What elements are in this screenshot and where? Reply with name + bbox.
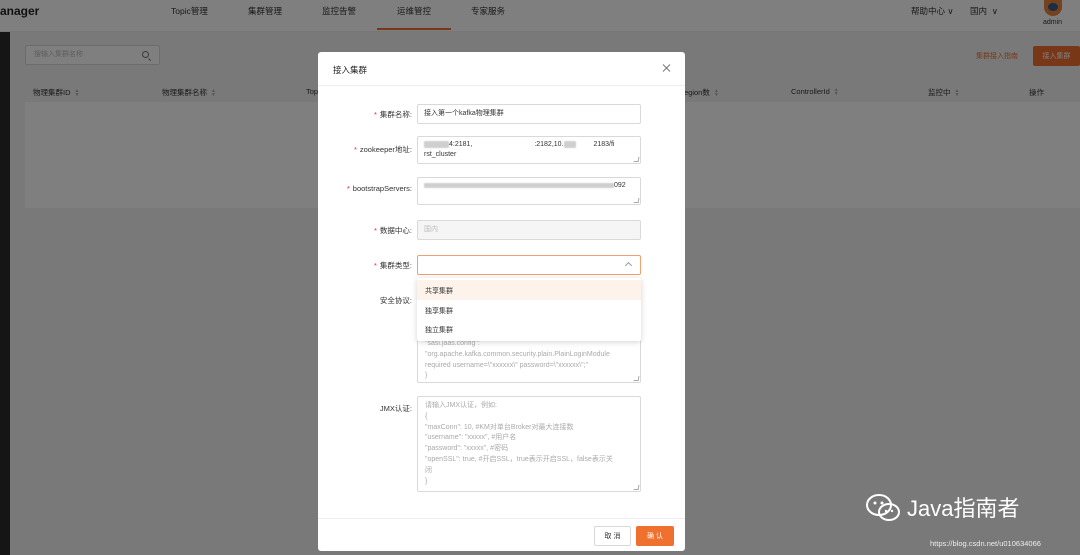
label-text: bootstrapServers: [352,184,412,193]
confirm-button[interactable]: 确 认 [636,526,674,546]
required-mark: * [373,261,377,270]
zookeeper-part-2: :2182,10. [534,141,564,148]
data-center-input: 国内 [417,220,641,240]
jmx-line: "username": "xxxxx", #用户名 [425,434,517,442]
watermark-url: https://blog.csdn.net/u010634066 [930,539,1041,548]
jmx-line: 闭 [425,466,432,474]
wechat-icon [866,494,900,521]
redacted-ip [563,140,576,148]
resize-handle[interactable] [633,376,640,381]
option-independent-cluster[interactable]: 独立集群 [417,319,641,339]
zookeeper-line-2: rst_cluster [424,151,457,158]
resize-handle[interactable] [633,198,640,203]
label-text: 安全协议: [379,296,412,305]
bootstrap-servers-textarea[interactable]: 092 [417,177,641,205]
label-data-center: * 数据中心: [374,225,412,236]
resize-handle[interactable] [633,485,640,490]
jmx-line: } [425,477,428,485]
close-icon[interactable] [662,63,672,73]
cluster-type-select[interactable] [417,255,641,275]
zookeeper-textarea[interactable]: 4:2181, :2182,10. 2183/fi rst_cluster [417,136,641,164]
jmx-textarea[interactable]: 请输入JMX认证，例如: { "maxConn": 10, #KM对单台Brok… [417,396,641,492]
label-text: zookeeper地址: [359,145,412,154]
resize-handle[interactable] [633,157,640,162]
cluster-type-dropdown: 共享集群 独享集群 独立集群 [417,278,641,341]
label-security: 安全协议: [380,295,412,306]
modal-header: 接入集群 [318,52,685,86]
required-mark: * [373,226,377,235]
jmx-line: 请输入JMX认证，例如: [425,402,497,409]
zookeeper-part-1: 4:2181, [449,141,473,148]
label-jmx: JMX认证: [380,403,412,414]
modal-title: 接入集群 [333,65,368,75]
redacted-servers [424,182,614,188]
label-text: 集群类型: [379,261,412,270]
label-text: 数据中心: [379,226,412,235]
label-text: 集群名称: [379,110,412,119]
redacted-ip [424,140,449,148]
option-exclusive-cluster[interactable]: 独享集群 [417,300,641,320]
cancel-button[interactable]: 取 消 [594,526,631,546]
label-cluster-name: * 集群名称: [374,109,412,120]
zookeeper-part-3: 2183/fi [593,141,615,148]
jmx-line: "maxConn": 10, #KM对单台Broker对最大连接数 [425,423,574,431]
jmx-line: "openSSL": true, #开启SSL，true表示开启SSL，fals… [425,455,613,463]
required-mark: * [373,110,377,119]
modal-footer: 取 消 确 认 [318,518,685,551]
add-cluster-modal: 接入集群 * 集群名称: 接入第一个kafka物理集群 * zookeeper地址:… [318,52,685,551]
security-line: "org.apache.kafka.common.security.plain.… [425,350,610,358]
security-line: } [425,372,428,380]
label-cluster-type: * 集群类型: [374,260,412,271]
required-mark: * [346,184,350,193]
cluster-name-input[interactable]: 接入第一个kafka物理集群 [417,104,641,124]
required-mark: * [353,145,357,154]
security-line: required username=\"xxxxxx\" password=\"… [425,361,588,369]
label-bootstrap: * bootstrapServers: [347,184,412,193]
label-text: JMX认证: [379,404,412,413]
chevron-up-icon [624,261,633,270]
jmx-line: { [425,412,428,420]
jmx-line: "password": "xxxxx", #密码 [425,445,509,453]
watermark-text: Java指南者 [907,496,1020,521]
option-shared-cluster[interactable]: 共享集群 [417,280,641,300]
label-zookeeper: * zookeeper地址: [354,144,412,155]
bootstrap-tail: 092 [614,182,626,189]
